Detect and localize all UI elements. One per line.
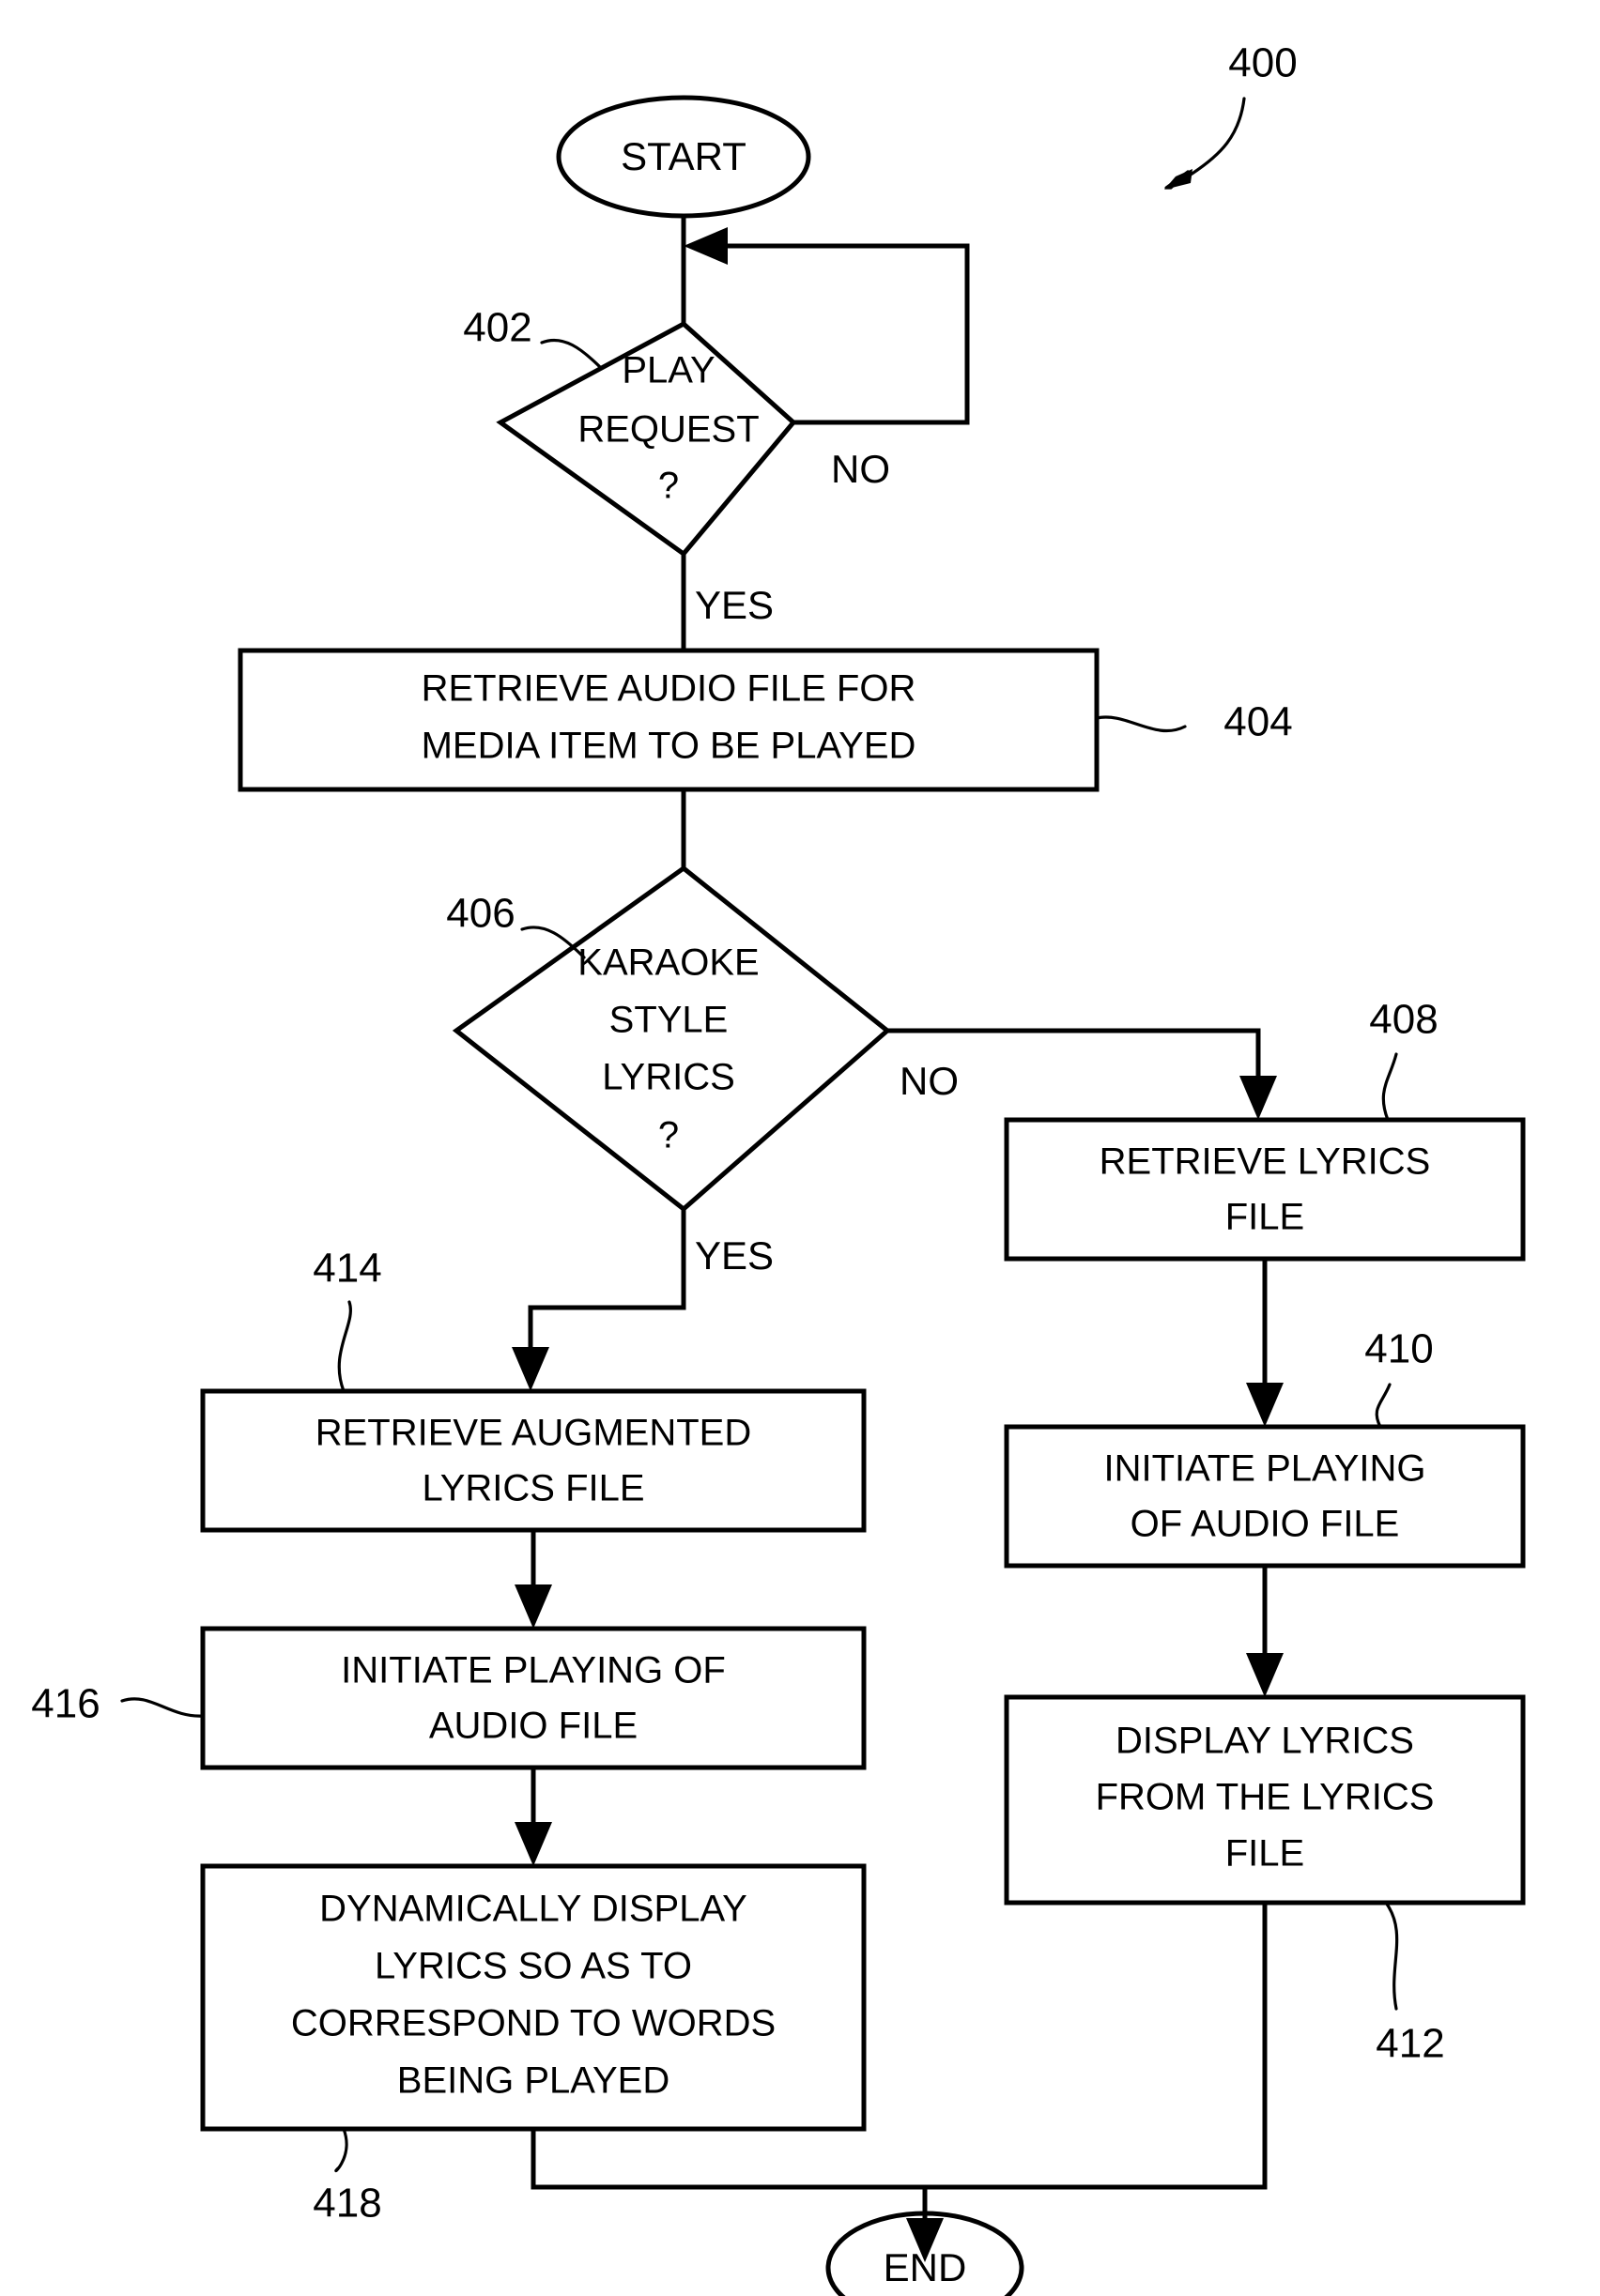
process-414-line-2: LYRICS FILE xyxy=(422,1468,644,1509)
decision-406-ref-label: 406 xyxy=(446,891,515,937)
start-label: START xyxy=(621,134,746,178)
process-414-leader xyxy=(337,1300,352,1393)
process-404: RETRIEVE AUDIO FILE FOR MEDIA ITEM TO BE… xyxy=(238,648,1100,792)
connector-408-to-410-arrowhead xyxy=(1246,1383,1284,1427)
process-414-reference: 414 xyxy=(313,1246,382,1393)
decision-402-line-3: ? xyxy=(658,466,679,507)
connector-402-no-loopback xyxy=(715,243,970,425)
branch-406-no: NO xyxy=(887,1028,1277,1120)
process-412-line-2: FROM THE LYRICS xyxy=(1096,1777,1435,1818)
branch-406-no-label: NO xyxy=(900,1059,959,1103)
flowchart-canvas: 400 START PLAY REQUEST ? 402 NO YES RETR… xyxy=(31,40,1526,2296)
process-412-ref-label: 412 xyxy=(1376,2021,1444,2067)
process-412-line-1: DISPLAY LYRICS xyxy=(1115,1721,1414,1762)
figure-ref-label: 400 xyxy=(1228,40,1297,86)
branch-402-yes-label: YES xyxy=(695,583,774,627)
process-404-line-1: RETRIEVE AUDIO FILE FOR xyxy=(422,668,916,710)
process-412-leader xyxy=(1384,1901,1399,2011)
process-416-ref-label: 416 xyxy=(31,1681,100,1727)
process-410: INITIATE PLAYING OF AUDIO FILE xyxy=(1004,1424,1526,1569)
branch-406-yes-label: YES xyxy=(695,1233,774,1278)
process-408-leader xyxy=(1381,1052,1398,1122)
terminal-start: START xyxy=(556,95,811,219)
process-414-ref-label: 414 xyxy=(313,1246,381,1292)
process-410-leader xyxy=(1375,1383,1392,1429)
connector-406-no-arrowhead xyxy=(1239,1076,1277,1120)
process-404-reference: 404 xyxy=(1095,699,1293,745)
connector-414-to-416-arrowhead xyxy=(515,1584,552,1629)
end-label: END xyxy=(884,2245,967,2289)
process-404-line-2: MEDIA ITEM TO BE PLAYED xyxy=(422,726,916,767)
connector-410-to-412-arrowhead xyxy=(1246,1653,1284,1697)
process-416-line-2: AUDIO FILE xyxy=(429,1706,638,1747)
decision-402-line-1: PLAY xyxy=(622,350,715,391)
process-410-ref-label: 410 xyxy=(1364,1326,1433,1372)
decision-406-leader xyxy=(520,926,586,959)
decision-402-leader xyxy=(540,338,603,370)
connector-406-yes-to-414 xyxy=(528,1209,686,1355)
process-410-line-1: INITIATE PLAYING xyxy=(1103,1448,1425,1490)
decision-406-reference: 406 xyxy=(446,891,586,959)
decision-406-line-2: STYLE xyxy=(609,1000,729,1041)
process-416-leader xyxy=(120,1697,205,1718)
process-418-leader xyxy=(334,2127,348,2173)
process-404-ref-label: 404 xyxy=(1223,699,1292,745)
process-410-line-2: OF AUDIO FILE xyxy=(1131,1504,1400,1545)
process-412-reference: 412 xyxy=(1376,1901,1445,2067)
process-410-reference: 410 xyxy=(1364,1326,1434,1429)
figure-leader-line xyxy=(1189,97,1246,176)
process-414: RETRIEVE AUGMENTED LYRICS FILE xyxy=(200,1388,867,1533)
process-418-reference: 418 xyxy=(313,2127,382,2227)
process-408: RETRIEVE LYRICS FILE xyxy=(1004,1117,1526,1262)
decision-406-line-1: KARAOKE xyxy=(577,942,759,984)
decision-406-line-3: LYRICS xyxy=(602,1057,735,1098)
branch-402-no-label: NO xyxy=(831,447,890,491)
process-418: DYNAMICALLY DISPLAY LYRICS SO AS TO CORR… xyxy=(200,1863,867,2132)
branch-406-yes: YES xyxy=(512,1209,774,1391)
process-418-line-1: DYNAMICALLY DISPLAY xyxy=(319,1889,747,1930)
process-412-line-3: FILE xyxy=(1225,1833,1304,1875)
process-418-line-3: CORRESPOND TO WORDS xyxy=(291,2003,776,2044)
patent-figure-flowchart: 400 START PLAY REQUEST ? 402 NO YES RETR… xyxy=(0,0,1600,2296)
process-418-line-2: LYRICS SO AS TO xyxy=(375,1946,692,1987)
decision-402-line-2: REQUEST xyxy=(577,409,759,451)
connector-416-to-418-arrowhead xyxy=(515,1822,552,1866)
decision-402: PLAY REQUEST ? xyxy=(496,320,797,558)
process-408-ref-label: 408 xyxy=(1369,997,1438,1043)
process-416-reference: 416 xyxy=(31,1681,205,1727)
connector-416-to-418 xyxy=(515,1768,552,1866)
decision-402-ref-label: 402 xyxy=(463,305,531,351)
decision-406: KARAOKE STYLE LYRICS ? xyxy=(452,865,891,1213)
process-414-line-1: RETRIEVE AUGMENTED xyxy=(315,1413,752,1454)
connector-408-to-410 xyxy=(1246,1259,1284,1427)
process-408-line-1: RETRIEVE LYRICS xyxy=(1100,1141,1431,1183)
figure-reference-400: 400 xyxy=(1164,40,1298,190)
connector-406-yes-arrowhead xyxy=(512,1347,549,1391)
process-416-line-1: INITIATE PLAYING OF xyxy=(341,1650,726,1691)
process-418-line-4: BEING PLAYED xyxy=(397,2060,669,2102)
process-408-reference: 408 xyxy=(1369,997,1438,1122)
connector-402-no-arrowhead xyxy=(684,227,728,265)
process-418-ref-label: 418 xyxy=(313,2181,381,2227)
decision-406-line-4: ? xyxy=(658,1115,679,1156)
process-416: INITIATE PLAYING OF AUDIO FILE xyxy=(200,1626,867,1770)
process-412: DISPLAY LYRICS FROM THE LYRICS FILE xyxy=(1004,1694,1526,1906)
connector-414-to-416 xyxy=(515,1530,552,1629)
branch-402-yes: YES xyxy=(681,554,774,651)
connector-410-to-412 xyxy=(1246,1566,1284,1697)
process-408-line-2: FILE xyxy=(1225,1197,1304,1238)
process-404-leader xyxy=(1095,715,1187,733)
decision-402-reference: 402 xyxy=(463,305,603,370)
